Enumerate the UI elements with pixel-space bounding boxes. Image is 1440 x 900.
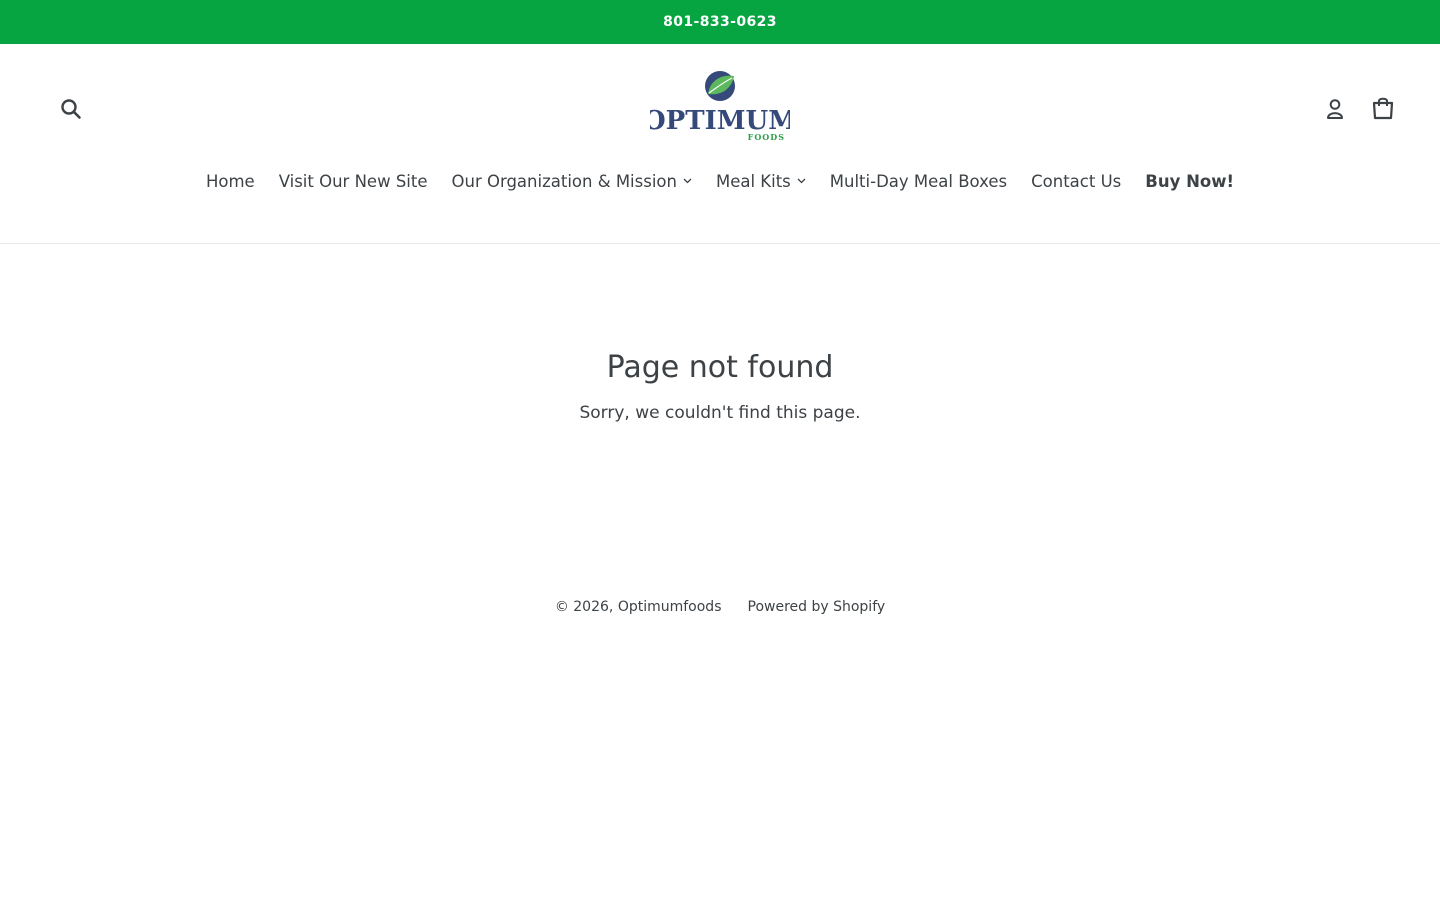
nav-label: Contact Us: [1031, 171, 1122, 191]
page-title: Page not found: [606, 350, 834, 385]
nav-label: Our Organization & Mission: [451, 171, 677, 191]
store-name-link[interactable]: Optimumfoods: [618, 599, 722, 615]
phone-link[interactable]: 801-833-0623: [663, 14, 777, 30]
nav-item-meal-kits[interactable]: Meal Kits: [704, 172, 818, 191]
main-nav: Home Visit Our New Site Our Organization…: [0, 166, 1440, 196]
nav-item-buy-now[interactable]: Buy Now!: [1133, 172, 1246, 191]
logo-subtext: FOODS: [748, 132, 785, 142]
nav-label: Multi-Day Meal Boxes: [829, 171, 1008, 191]
nav-item-home[interactable]: Home: [194, 172, 267, 191]
nav-item-organization-mission[interactable]: Our Organization & Mission: [440, 172, 704, 191]
nav-item-multi-day-meal-boxes[interactable]: Multi-Day Meal Boxes: [818, 172, 1019, 191]
chevron-down-icon: [683, 178, 692, 184]
search-icon: [61, 99, 81, 119]
shopping-bag-icon: [1372, 97, 1394, 120]
login-button[interactable]: [1322, 96, 1348, 122]
user-icon: [1327, 99, 1343, 119]
announcement-bar: 801-833-0623: [0, 0, 1440, 44]
nav-label: Buy Now!: [1145, 171, 1235, 191]
nav-item-contact-us[interactable]: Contact Us: [1019, 172, 1133, 191]
cart-button[interactable]: [1368, 93, 1398, 123]
copyright-prefix: © 2026,: [554, 599, 614, 615]
site-logo[interactable]: OPTIMUM FOODS: [643, 70, 797, 144]
copyright: © 2026, Optimumfoods: [555, 599, 722, 615]
nav-label: Meal Kits: [715, 171, 791, 191]
nav-label: Home: [205, 171, 255, 191]
site-footer: © 2026, Optimumfoods Powered by Shopify: [0, 595, 1440, 619]
main-content: Page not found Sorry, we couldn't find t…: [0, 244, 1440, 544]
nav-item-visit-new-site[interactable]: Visit Our New Site: [267, 172, 440, 191]
nav-label: Visit Our New Site: [278, 171, 428, 191]
chevron-down-icon: [797, 178, 806, 184]
search-button[interactable]: [58, 96, 84, 122]
page-subtitle: Sorry, we couldn't find this page.: [579, 403, 861, 423]
powered-by-shopify-link[interactable]: Powered by Shopify: [748, 599, 886, 615]
site-header: OPTIMUM FOODS Home Visit Our New Site Ou…: [0, 44, 1440, 244]
